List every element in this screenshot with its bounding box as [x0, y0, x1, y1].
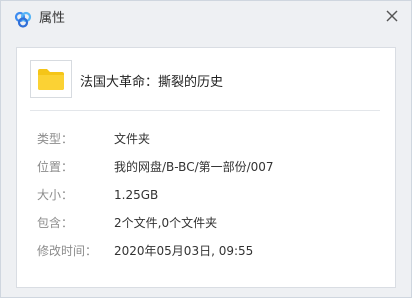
- property-row-type: 类型： 文件夹: [17, 131, 395, 149]
- property-label: 包含：: [37, 216, 74, 230]
- property-value: 文件夹: [114, 132, 151, 146]
- property-row-modified: 修改时间： 2020年05月03日, 09:55: [17, 243, 395, 261]
- property-row-contains: 包含： 2个文件,0个文件夹: [17, 215, 395, 233]
- folder-icon: [38, 69, 64, 90]
- property-value: 1.25GB: [114, 188, 159, 202]
- property-row-location: 位置： 我的网盘/B-BC/第一部份/007: [17, 159, 395, 177]
- property-row-size: 大小： 1.25GB: [17, 187, 395, 205]
- title-bar: 属性: [1, 1, 411, 38]
- property-label: 修改时间：: [37, 244, 98, 258]
- close-icon[interactable]: [383, 7, 401, 25]
- property-value: 我的网盘/B-BC/第一部份/007: [114, 160, 274, 174]
- property-value: 2个文件,0个文件夹: [114, 216, 218, 230]
- file-thumbnail: [30, 60, 72, 98]
- properties-panel: 法国大革命：撕裂的历史 类型： 文件夹 位置： 我的网盘/B-BC/第一部份/0…: [16, 47, 396, 288]
- baidu-netdisk-icon: [13, 10, 33, 30]
- divider: [30, 110, 380, 111]
- file-name: 法国大革命：撕裂的历史: [80, 75, 224, 90]
- properties-dialog: 属性 法国大革命：撕裂的历史 类型： 文件夹 位置： 我的网盘/B-BC/第一部…: [0, 0, 412, 298]
- property-label: 位置：: [37, 160, 74, 174]
- property-label: 类型：: [37, 132, 74, 146]
- dialog-title: 属性: [39, 11, 66, 26]
- property-label: 大小：: [37, 188, 74, 202]
- property-value: 2020年05月03日, 09:55: [114, 244, 254, 258]
